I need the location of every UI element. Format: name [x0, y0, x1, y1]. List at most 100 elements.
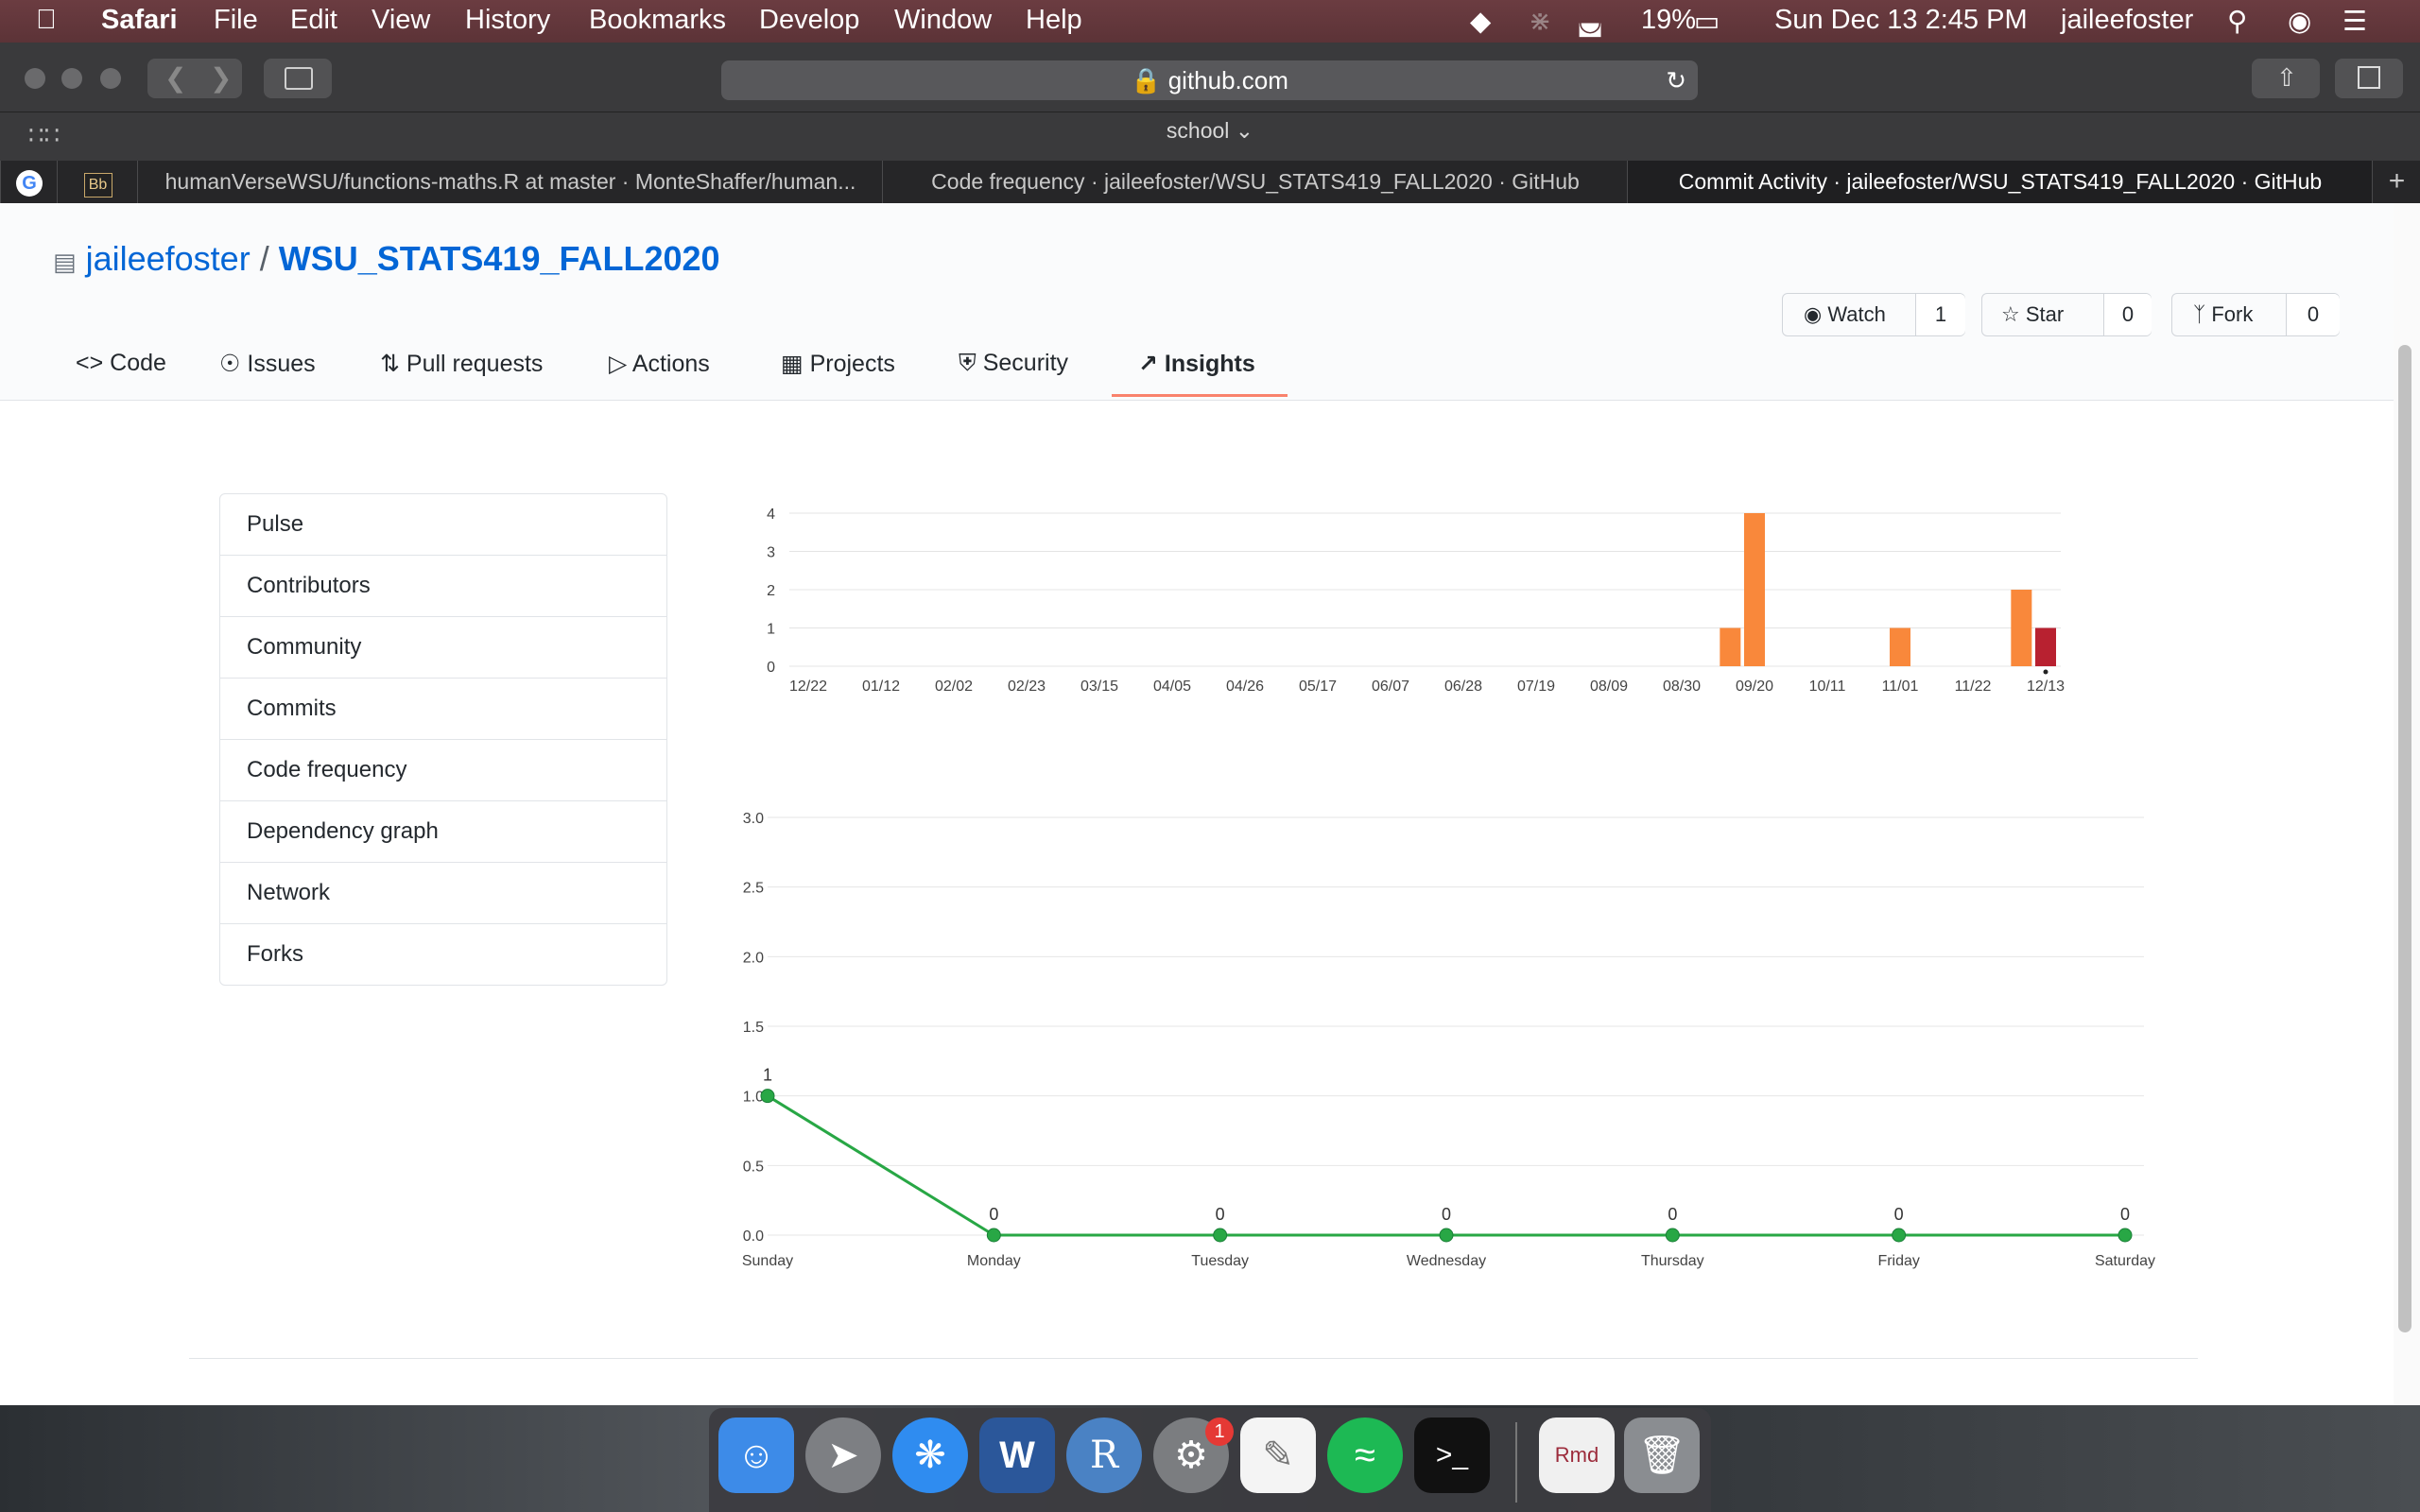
share-icon: ⇧	[2276, 63, 2297, 92]
line-chart-point	[1439, 1228, 1454, 1243]
line-chart-x-tick: Friday	[1877, 1253, 1919, 1269]
sidebar-item-contributors[interactable]: Contributors	[220, 555, 666, 616]
line-chart-y-tick: 2.5	[743, 881, 764, 897]
launchpad-icon[interactable]: ➤	[805, 1418, 881, 1493]
bar-chart-x-tick: 04/26	[1226, 679, 1264, 695]
repo-owner-link[interactable]: jaileefoster	[86, 239, 251, 278]
siri-icon[interactable]: ◉	[2288, 5, 2311, 38]
clock[interactable]: Sun Dec 13 2:45 PM	[1774, 5, 2028, 36]
sidebar-item-dependency-graph[interactable]: Dependency graph	[220, 800, 666, 862]
back-forward-buttons[interactable]: ❮ ❯	[147, 59, 242, 98]
tab-commit-activity[interactable]: Commit Activity · jaileefoster/WSU_STATS…	[1627, 161, 2373, 203]
menu-develop[interactable]: Develop	[759, 5, 859, 36]
close-window-button[interactable]	[25, 68, 45, 89]
watch-count[interactable]: 1	[1915, 294, 1965, 335]
tab-security[interactable]: ⛨ Security	[959, 350, 1068, 397]
address-bar[interactable]: 🔒 github.com ↻	[721, 60, 1698, 100]
line-chart-data-label: 0	[2120, 1205, 2130, 1224]
spotify-icon[interactable]: ≈	[1327, 1418, 1403, 1493]
bar-chart-x-tick: 10/11	[1809, 679, 1846, 695]
battery-icon[interactable]: ▭	[1694, 5, 1720, 38]
tab-projects[interactable]: ▦ Projects	[781, 350, 895, 397]
sidebar-toggle-button[interactable]	[264, 59, 332, 98]
repo-name-link[interactable]: WSU_STATS419_FALL2020	[279, 239, 720, 278]
trash-icon[interactable]: 🗑	[1624, 1418, 1700, 1493]
graph-icon: ↗	[1138, 351, 1158, 377]
issue-icon: ☉	[219, 351, 241, 377]
new-tab-button[interactable]: +	[2372, 161, 2420, 203]
tab-functions-maths[interactable]: humanVerseWSU/functions-maths.R at maste…	[137, 161, 883, 203]
pinned-tab-blackboard[interactable]: Bb	[57, 161, 138, 203]
safari-icon[interactable]: ❋	[892, 1418, 968, 1493]
star-button[interactable]: ☆ Star 0	[1981, 293, 2152, 336]
line-chart-data-label: 0	[1216, 1205, 1225, 1224]
sidebar-item-pulse[interactable]: Pulse	[220, 494, 666, 555]
menu-window[interactable]: Window	[894, 5, 992, 36]
zoom-window-button[interactable]	[100, 68, 121, 89]
user-menu[interactable]: jaileefoster	[2061, 5, 2193, 36]
sidebar-item-commits[interactable]: Commits	[220, 678, 666, 739]
tab-code-frequency[interactable]: Code frequency · jaileefoster/WSU_STATS4…	[882, 161, 1628, 203]
tab-insights[interactable]: ↗ Insights	[1112, 350, 1288, 397]
menu-file[interactable]: File	[214, 5, 258, 36]
line-chart-data-label: 0	[1894, 1205, 1904, 1224]
sidebar-item-forks[interactable]: Forks	[220, 923, 666, 985]
tab-pull-requests-label: Pull requests	[406, 351, 544, 377]
line-chart-point	[1213, 1228, 1228, 1243]
minimize-window-button[interactable]	[61, 68, 82, 89]
bar-chart-bar	[1744, 513, 1765, 666]
github-page: ▤ jaileefoster / WSU_STATS419_FALL2020 ◉…	[0, 203, 2394, 1405]
insights-sidebar: Pulse Contributors Community Commits Cod…	[219, 493, 667, 986]
finder-icon[interactable]: ☺	[718, 1418, 794, 1493]
pinned-tab-google[interactable]: G	[0, 161, 58, 203]
bluetooth-icon[interactable]: ⋇	[1529, 5, 1551, 38]
project-icon: ▦	[781, 351, 804, 377]
line-chart-x-tick: Sunday	[742, 1253, 793, 1269]
spotlight-icon[interactable]: ⚲	[2227, 5, 2247, 38]
watch-button[interactable]: ◉ Watch 1	[1782, 293, 1965, 336]
fork-button[interactable]: ᛉ Fork 0	[2171, 293, 2340, 336]
repo-separator: /	[259, 239, 269, 278]
star-icon: ☆	[2001, 302, 2020, 326]
chevron-left-icon[interactable]: ❮	[164, 62, 186, 94]
footer-divider	[189, 1358, 2198, 1359]
tab-pull-requests[interactable]: ⇅ Pull requests	[380, 350, 543, 397]
rmd-file-icon[interactable]: Rmd	[1539, 1418, 1615, 1493]
battery-percent[interactable]: 19%	[1641, 5, 1696, 36]
star-count[interactable]: 0	[2103, 294, 2152, 335]
bar-chart-bar	[1890, 627, 1910, 666]
sidebar-item-network[interactable]: Network	[220, 862, 666, 923]
tab-code[interactable]: <> Code	[76, 350, 166, 397]
menu-view[interactable]: View	[372, 5, 430, 36]
notification-center-icon[interactable]: ☰	[2342, 5, 2367, 38]
fork-count[interactable]: 0	[2286, 294, 2340, 335]
wifi-icon[interactable]: ◛	[1577, 5, 1603, 38]
tab-actions[interactable]: ▷ Actions	[609, 350, 710, 397]
bar-chart-bar	[2011, 590, 2032, 666]
menu-help[interactable]: Help	[1026, 5, 1082, 36]
sidebar-item-community[interactable]: Community	[220, 616, 666, 678]
menu-edit[interactable]: Edit	[290, 5, 337, 36]
menu-history[interactable]: History	[465, 5, 550, 36]
apple-icon[interactable]: 	[36, 5, 57, 36]
app-menu[interactable]: Safari	[101, 5, 178, 36]
word-icon[interactable]: W	[979, 1418, 1055, 1493]
bar-chart-bar	[2035, 627, 2056, 666]
rstudio-icon[interactable]: R	[1066, 1418, 1142, 1493]
dropbox-icon[interactable]: ◆	[1470, 5, 1491, 38]
bar-chart-x-tick: 09/20	[1736, 679, 1773, 695]
menu-bookmarks[interactable]: Bookmarks	[589, 5, 726, 36]
textedit-icon[interactable]: ✎	[1240, 1418, 1316, 1493]
chevron-right-icon[interactable]: ❯	[210, 62, 232, 94]
share-button[interactable]: ⇧	[2252, 59, 2320, 98]
bar-chart-x-tick: 06/07	[1372, 679, 1409, 695]
scrollbar-thumb[interactable]	[2398, 345, 2411, 1332]
tab-group-selector[interactable]: school ⌄	[0, 118, 2420, 144]
reload-icon[interactable]: ↻	[1666, 60, 1686, 100]
tab-overview-button[interactable]	[2335, 59, 2403, 98]
watch-label: Watch	[1827, 302, 1886, 326]
safari-toolbar: ❮ ❯ 🔒 github.com ↻ ⇧ ∷∷ school ⌄	[0, 43, 2420, 161]
tab-issues[interactable]: ☉ Issues	[219, 350, 316, 397]
terminal-icon[interactable]: >_	[1414, 1418, 1490, 1493]
sidebar-item-code-frequency[interactable]: Code frequency	[220, 739, 666, 800]
